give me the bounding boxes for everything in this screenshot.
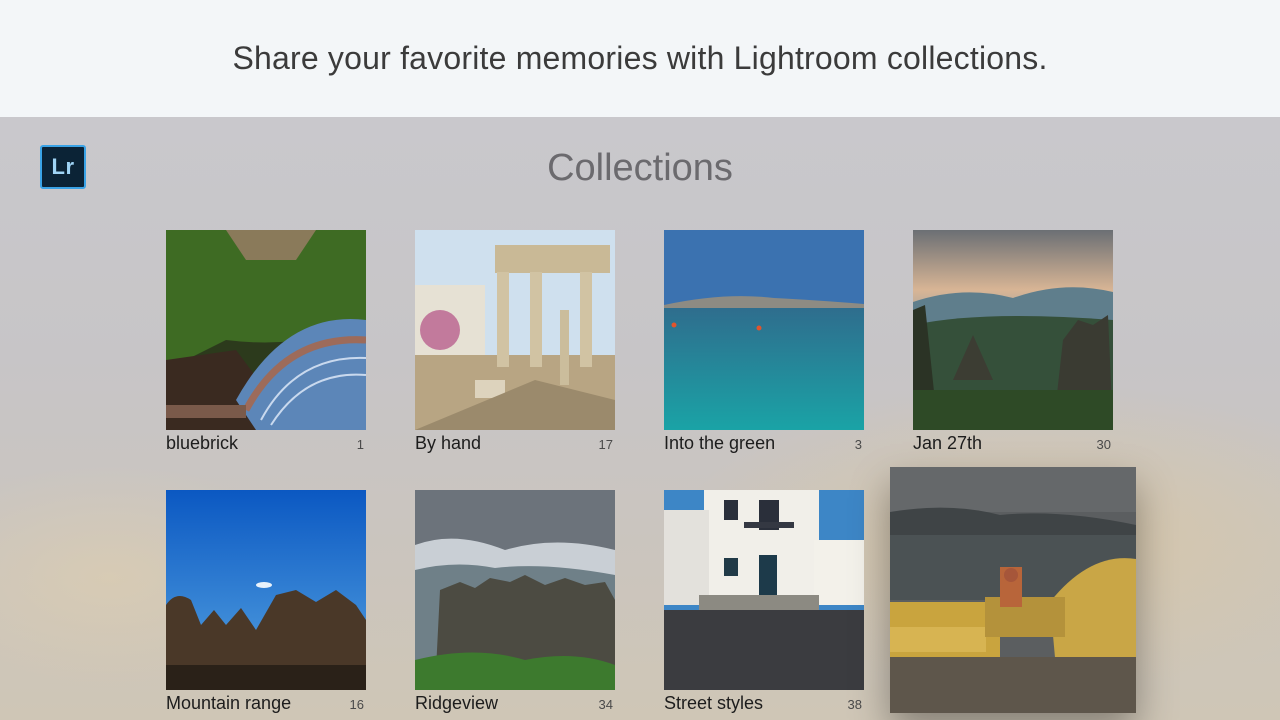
collection-name: By hand <box>415 433 482 453</box>
collection-tile-by-hand[interactable]: By hand 17 <box>415 230 615 454</box>
collection-thumbnail <box>913 230 1113 430</box>
collection-tile-focused[interactable] <box>890 467 1136 713</box>
collection-tile-into-the-green[interactable]: Into the green 3 <box>664 230 864 454</box>
collection-thumbnail <box>890 467 1136 713</box>
collection-count: 3 <box>854 437 862 452</box>
collection-thumbnail <box>415 230 615 430</box>
collection-thumbnail <box>415 490 615 690</box>
collection-name: Mountain range <box>166 693 292 713</box>
collection-name: Ridgeview <box>415 693 499 713</box>
collection-count: 38 <box>847 697 862 712</box>
collection-count: 30 <box>1096 437 1111 452</box>
collections-screen: Lr Collections bluebrick 1 By hand 17 In… <box>0 117 1280 720</box>
banner-text: Share your favorite memories with Lightr… <box>232 40 1048 76</box>
collection-tile-mountain-range[interactable]: Mountain range 16 <box>166 490 366 714</box>
collection-count: 16 <box>349 697 364 712</box>
collection-count: 17 <box>598 437 613 452</box>
collection-tile-ridgeview[interactable]: Ridgeview 34 <box>415 490 615 714</box>
collection-name: Jan 27th <box>913 433 983 453</box>
collection-thumbnail <box>664 230 864 430</box>
collection-count: 34 <box>598 697 613 712</box>
collection-thumbnail <box>664 490 864 690</box>
page-title: Collections <box>547 147 733 189</box>
collection-name: Into the green <box>664 433 776 453</box>
collection-count: 1 <box>356 437 364 452</box>
collection-tile-street-styles[interactable]: Street styles 38 <box>664 490 864 714</box>
promo-banner: Share your favorite memories with Lightr… <box>0 0 1280 117</box>
collection-name: Street styles <box>664 693 764 713</box>
collection-name: bluebrick <box>166 433 239 453</box>
collection-tile-jan-27th[interactable]: Jan 27th 30 <box>913 230 1113 454</box>
collection-thumbnail <box>166 230 366 430</box>
collection-thumbnail <box>166 490 366 690</box>
collection-tile-bluebrick[interactable]: bluebrick 1 <box>166 230 366 454</box>
